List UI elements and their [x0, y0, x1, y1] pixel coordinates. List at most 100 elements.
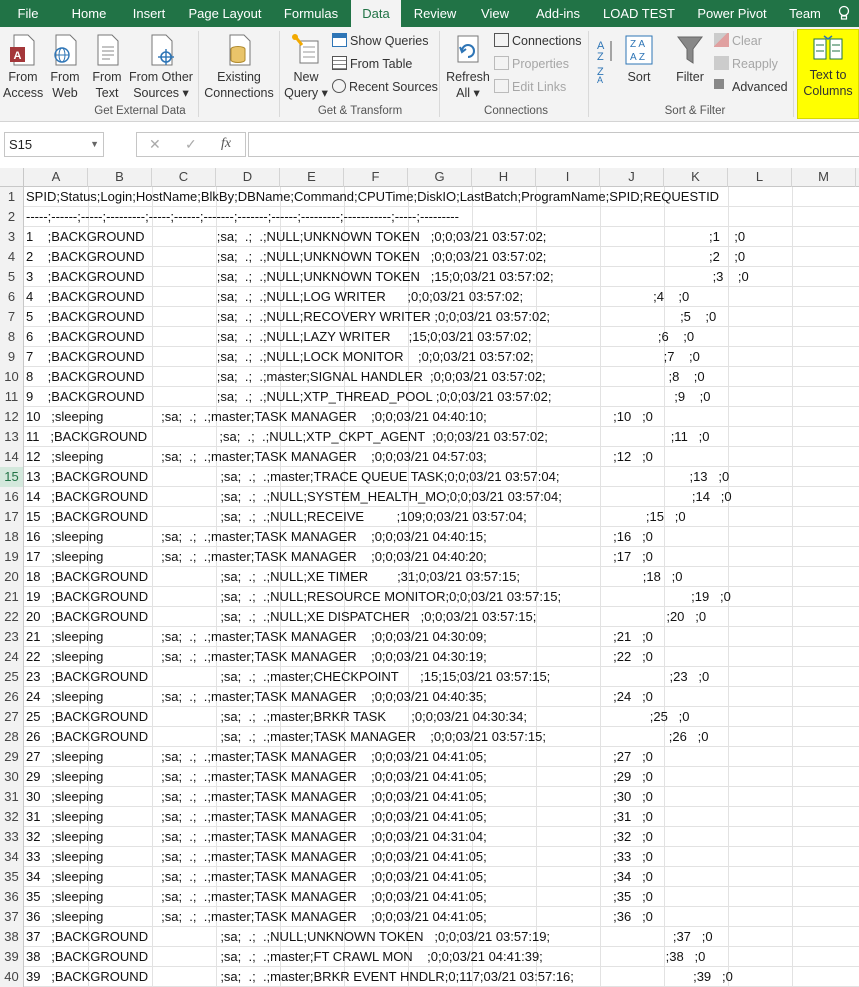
show-queries-button[interactable]: Show Queries	[332, 32, 429, 50]
column-header-b[interactable]: B	[88, 168, 152, 187]
sheet-row[interactable]: 18 16 ;sleeping ;sa; .; .;master;TASK MAN…	[0, 527, 859, 547]
row-header[interactable]: 23	[0, 627, 24, 647]
row-header[interactable]: 19	[0, 547, 24, 567]
cell-a[interactable]: 37 ;BACKGROUND ;sa; .; .;NULL;UNKNOWN TO…	[26, 927, 713, 947]
advanced-filter-button[interactable]: Advanced	[714, 78, 788, 96]
row-header[interactable]: 29	[0, 747, 24, 767]
row-header[interactable]: 28	[0, 727, 24, 747]
column-header-f[interactable]: F	[344, 168, 408, 187]
sheet-row[interactable]: 10 8 ;BACKGROUND ;sa; .; .;master;SIGNAL …	[0, 367, 859, 387]
column-header-k[interactable]: K	[664, 168, 728, 187]
row-header[interactable]: 14	[0, 447, 24, 467]
row-header[interactable]: 21	[0, 587, 24, 607]
sheet-row[interactable]: 14 12 ;sleeping ;sa; .; .;master;TASK MAN…	[0, 447, 859, 467]
sheet-row[interactable]: 64 ;BACKGROUND ;sa; .; .;NULL;LOG WRITER…	[0, 287, 859, 307]
from-access-button[interactable]: A From Access	[3, 33, 43, 101]
cell-a[interactable]: -----;------;-----;---------;-----;-----…	[26, 207, 459, 227]
tab-review[interactable]: Review	[407, 0, 463, 27]
row-header[interactable]: 12	[0, 407, 24, 427]
tab-load-test[interactable]: LOAD TEST	[598, 0, 680, 27]
cell-a[interactable]: 13 ;BACKGROUND ;sa; .; .;master;TRACE QU…	[26, 467, 729, 487]
sheet-row[interactable]: 19 17 ;sleeping ;sa; .; .;master;TASK MAN…	[0, 547, 859, 567]
cell-a[interactable]: 7 ;BACKGROUND ;sa; .; .;NULL;LOCK MONITO…	[26, 347, 700, 367]
chevron-down-icon[interactable]: ▼	[90, 133, 99, 156]
row-header[interactable]: 17	[0, 507, 24, 527]
cell-a[interactable]: 29 ;sleeping ;sa; .; .;master;TASK MANAG…	[26, 767, 653, 787]
cell-a[interactable]: 19 ;BACKGROUND ;sa; .; .;NULL;RESOURCE M…	[26, 587, 731, 607]
worksheet-grid[interactable]: 1 SPID;Status;Login;HostName;BlkBy;DBName…	[0, 187, 859, 987]
row-header[interactable]: 31	[0, 787, 24, 807]
enter-icon[interactable]: ✓	[185, 136, 197, 153]
row-header[interactable]: 20	[0, 567, 24, 587]
sheet-row[interactable]: 28 26 ;BACKGROUND ;sa; .; .;master;TASK M…	[0, 727, 859, 747]
cell-a[interactable]: 31 ;sleeping ;sa; .; .;master;TASK MANAG…	[26, 807, 653, 827]
row-header[interactable]: 32	[0, 807, 24, 827]
cell-a[interactable]: 1 ;BACKGROUND ;sa; .; .;NULL;UNKNOWN TOK…	[26, 227, 745, 247]
row-header[interactable]: 3	[0, 227, 24, 247]
tab-formulas[interactable]: Formulas	[276, 0, 346, 27]
properties-button[interactable]: Properties	[494, 55, 569, 73]
cell-a[interactable]: 32 ;sleeping ;sa; .; .;master;TASK MANAG…	[26, 827, 653, 847]
cell-a[interactable]: 12 ;sleeping ;sa; .; .;master;TASK MANAG…	[26, 447, 653, 467]
column-header-i[interactable]: I	[536, 168, 600, 187]
sheet-row[interactable]: 39 38 ;BACKGROUND ;sa; .; .;master;FT CRA…	[0, 947, 859, 967]
sheet-row[interactable]: 42 ;BACKGROUND ;sa; .; .;NULL;UNKNOWN TO…	[0, 247, 859, 267]
sheet-row[interactable]: 37 36 ;sleeping ;sa; .; .;master;TASK MAN…	[0, 907, 859, 927]
row-header[interactable]: 8	[0, 327, 24, 347]
sheet-row[interactable]: 25 23 ;BACKGROUND ;sa; .; .;master;CHECKP…	[0, 667, 859, 687]
tab-page-layout[interactable]: Page Layout	[184, 0, 266, 27]
row-header[interactable]: 35	[0, 867, 24, 887]
sort-az-button[interactable]: A Z Z A	[594, 37, 616, 87]
from-web-button[interactable]: From Web	[46, 33, 84, 101]
from-text-button[interactable]: From Text	[88, 33, 126, 101]
select-all-corner[interactable]	[0, 168, 24, 187]
cell-a[interactable]: 22 ;sleeping ;sa; .; .;master;TASK MANAG…	[26, 647, 653, 667]
sheet-row[interactable]: 17 15 ;BACKGROUND ;sa; .; .;NULL;RECEIVE …	[0, 507, 859, 527]
column-header-c[interactable]: C	[152, 168, 216, 187]
row-header[interactable]: 36	[0, 887, 24, 907]
text-to-columns-button[interactable]: Text to Columns	[799, 35, 857, 99]
cell-a[interactable]: 2 ;BACKGROUND ;sa; .; .;NULL;UNKNOWN TOK…	[26, 247, 745, 267]
sheet-row[interactable]: 34 33 ;sleeping ;sa; .; .;master;TASK MAN…	[0, 847, 859, 867]
column-header-l[interactable]: L	[728, 168, 792, 187]
cell-a[interactable]: 39 ;BACKGROUND ;sa; .; .;master;BRKR EVE…	[26, 967, 733, 987]
sheet-row[interactable]: 26 24 ;sleeping ;sa; .; .;master;TASK MAN…	[0, 687, 859, 707]
row-header[interactable]: 18	[0, 527, 24, 547]
cell-a[interactable]: 20 ;BACKGROUND ;sa; .; .;NULL;XE DISPATC…	[26, 607, 706, 627]
sheet-row[interactable]: 27 25 ;BACKGROUND ;sa; .; .;master;BRKR T…	[0, 707, 859, 727]
reapply-button[interactable]: Reapply	[714, 55, 778, 73]
row-header[interactable]: 15	[0, 467, 24, 487]
cell-a[interactable]: 23 ;BACKGROUND ;sa; .; .;master;CHECKPOI…	[26, 667, 709, 687]
filter-button[interactable]: Filter	[672, 33, 708, 85]
new-query-button[interactable]: New Query ▾	[283, 33, 329, 101]
cell-a[interactable]: 11 ;BACKGROUND ;sa; .; .;NULL;XTP_CKPT_A…	[26, 427, 709, 447]
insert-function-icon[interactable]: fx	[221, 136, 231, 152]
sheet-row[interactable]: 97 ;BACKGROUND ;sa; .; .;NULL;LOCK MONIT…	[0, 347, 859, 367]
cell-a[interactable]: 16 ;sleeping ;sa; .; .;master;TASK MANAG…	[26, 527, 653, 547]
row-header[interactable]: 9	[0, 347, 24, 367]
cell-a[interactable]: 4 ;BACKGROUND ;sa; .; .;NULL;LOG WRITER …	[26, 287, 689, 307]
cell-a[interactable]: 6 ;BACKGROUND ;sa; .; .;NULL;LAZY WRITER…	[26, 327, 694, 347]
formula-input[interactable]	[248, 132, 859, 157]
sheet-row[interactable]: 36 35 ;sleeping ;sa; .; .;master;TASK MAN…	[0, 887, 859, 907]
sheet-row[interactable]: 2 -----;------;-----;---------;-----;----…	[0, 207, 859, 227]
row-header[interactable]: 2	[0, 207, 24, 227]
sheet-row[interactable]: 15 13 ;BACKGROUND ;sa; .; .;master;TRACE …	[0, 467, 859, 487]
cancel-icon[interactable]: ✕	[149, 136, 161, 153]
sheet-row[interactable]: 23 21 ;sleeping ;sa; .; .;master;TASK MAN…	[0, 627, 859, 647]
sheet-row[interactable]: 53 ;BACKGROUND ;sa; .; .;NULL;UNKNOWN TO…	[0, 267, 859, 287]
cell-a[interactable]: 34 ;sleeping ;sa; .; .;master;TASK MANAG…	[26, 867, 653, 887]
row-header[interactable]: 11	[0, 387, 24, 407]
cell-a[interactable]: 35 ;sleeping ;sa; .; .;master;TASK MANAG…	[26, 887, 653, 907]
cell-a[interactable]: 14 ;BACKGROUND ;sa; .; .;NULL;SYSTEM_HEA…	[26, 487, 732, 507]
sheet-row[interactable]: 13 11 ;BACKGROUND ;sa; .; .;NULL;XTP_CKPT…	[0, 427, 859, 447]
sheet-row[interactable]: 11 9 ;BACKGROUND ;sa; .; .;NULL;XTP_THREA…	[0, 387, 859, 407]
from-other-sources-button[interactable]: From Other Sources ▾	[128, 33, 194, 101]
row-header[interactable]: 7	[0, 307, 24, 327]
cell-a[interactable]: 3 ;BACKGROUND ;sa; .; .;NULL;UNKNOWN TOK…	[26, 267, 749, 287]
cell-a[interactable]: 26 ;BACKGROUND ;sa; .; .;master;TASK MAN…	[26, 727, 709, 747]
row-header[interactable]: 40	[0, 967, 24, 987]
sheet-row[interactable]: 35 34 ;sleeping ;sa; .; .;master;TASK MAN…	[0, 867, 859, 887]
row-header[interactable]: 22	[0, 607, 24, 627]
sheet-row[interactable]: 12 10 ;sleeping ;sa; .; .;master;TASK MAN…	[0, 407, 859, 427]
